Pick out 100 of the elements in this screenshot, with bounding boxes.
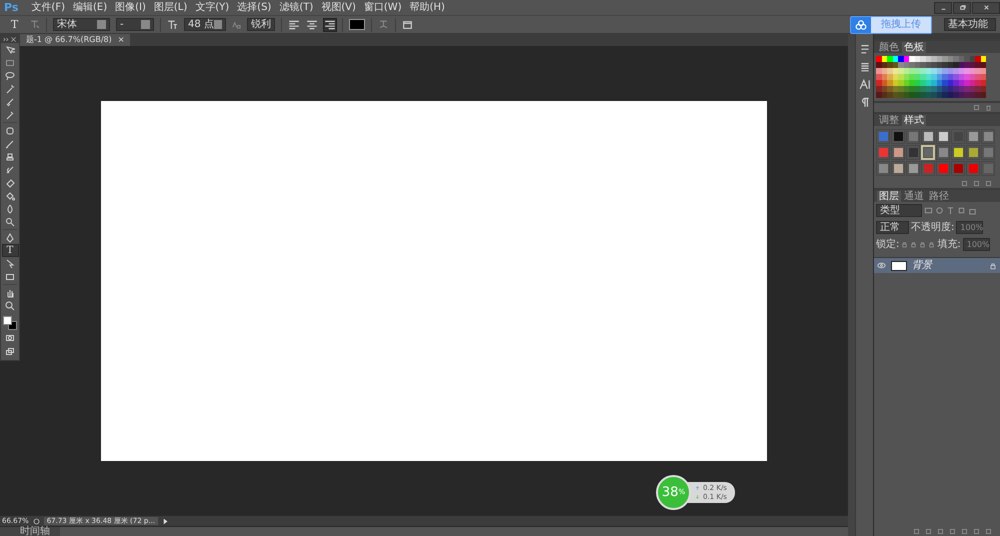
lock-pixels-icon[interactable] [901,241,908,248]
bucket-tool-icon[interactable] [5,190,15,200]
expand-arrow-icon[interactable] [162,518,170,524]
character-icon[interactable] [858,78,870,90]
text-color-swatch[interactable] [349,19,365,30]
collapse-icon[interactable] [3,36,10,42]
panel-tab[interactable]: 图层 [877,191,901,202]
path-tool-icon[interactable] [5,258,15,268]
zoom-tool-icon[interactable] [5,300,15,310]
healing-tool-icon[interactable] [5,126,15,136]
document-title: 题-1 @ 66.7%(RGB/8) [26,35,112,45]
panel-tab[interactable]: 通道 [902,191,926,202]
brush-tool-icon[interactable] [5,138,15,148]
history-icon[interactable] [858,42,870,54]
adjustment-filter-icon[interactable] [935,206,944,215]
menu-item[interactable]: 图像(I) [112,2,149,14]
align-left-icon[interactable] [288,18,300,30]
text-filter-icon[interactable] [946,206,955,215]
antialias-select[interactable]: 锐利 [247,18,275,31]
lock-icon[interactable] [928,241,936,248]
shape-tool-icon[interactable] [5,272,15,282]
style-preset[interactable] [966,145,980,160]
wand-tool-icon[interactable] [5,84,15,94]
panel-tab[interactable]: 颜色 [877,42,901,53]
properties-icon[interactable] [858,60,870,72]
timeline-tab[interactable]: 时间轴 [0,527,60,536]
style-preset[interactable] [921,145,935,160]
marquee-tool-icon[interactable] [5,58,15,68]
quick-mask-icon[interactable] [5,333,15,343]
antialias-icon [232,20,241,29]
menu-item[interactable]: 文字(Y) [192,2,232,14]
style-preset[interactable] [936,145,950,160]
crop-tool-icon[interactable] [5,96,15,106]
style-preset[interactable] [966,129,980,144]
style-preset[interactable] [906,161,920,176]
blend-mode-select[interactable]: 正常 [876,221,909,234]
style-preset[interactable] [921,129,935,144]
menu-item[interactable]: 视图(V) [318,2,359,14]
style-preset[interactable] [936,129,950,144]
layer-thumbnail [891,260,907,270]
move-lock-icon[interactable] [919,241,926,248]
panel-tab[interactable]: 色板 [902,42,926,53]
workspace-select[interactable]: 基本功能 [944,18,996,31]
menu-item[interactable]: 窗口(W) [360,2,405,14]
info-icon[interactable] [32,518,40,524]
panel-tab[interactable]: 路径 [927,191,951,202]
menu-item[interactable]: 帮助(H) [406,2,448,14]
menu-item[interactable]: 文件(F) [28,2,68,14]
layer-name: 背景 [912,260,932,272]
warp-text-icon[interactable] [378,19,389,30]
image-filter-icon[interactable] [924,206,933,215]
align-right-icon[interactable] [324,18,336,30]
fill-field[interactable]: 100% [962,238,990,251]
layer-row[interactable]: 背景 [874,257,1000,273]
hand-tool-icon[interactable] [5,288,15,298]
style-preset[interactable] [951,145,965,160]
history-tool-icon[interactable] [5,164,15,174]
foreground-color-swatch[interactable] [2,316,12,325]
tab-close-button[interactable]: × [118,35,124,45]
visibility-icon[interactable] [877,261,886,270]
close-icon[interactable] [982,3,990,12]
restore-icon[interactable] [958,3,966,12]
shape-filter-icon[interactable] [957,206,966,215]
menu-item[interactable]: 编辑(E) [70,2,110,14]
dodge-tool-icon[interactable] [5,216,15,226]
font-family-select[interactable]: 宋体 [53,18,110,31]
layer-filter-select[interactable]: 类型 [876,204,922,217]
style-preset[interactable] [981,129,995,144]
pen-tool-icon[interactable] [5,232,15,242]
eyedropper-tool-icon[interactable] [5,110,15,120]
blur-tool-icon[interactable] [5,204,15,214]
style-preset[interactable] [891,145,905,160]
menu-item[interactable]: 图层(L) [150,2,190,14]
align-center-icon[interactable] [306,18,318,30]
fill-label: 填充: [937,238,961,250]
opacity-label: 不透明度: [911,222,954,234]
text-tool-button[interactable]: T [2,244,18,257]
style-preset[interactable] [891,129,905,144]
move-tool-icon[interactable] [5,44,15,54]
font-size-select[interactable]: 48 点 [184,18,226,31]
font-style-select[interactable]: - [116,18,154,31]
panel-tab[interactable]: 样式 [902,115,926,126]
opacity-field[interactable]: 100% [956,221,984,234]
eraser-tool-icon[interactable] [5,178,15,188]
style-preset[interactable] [891,161,905,176]
font-size-icon [167,19,178,30]
panel-tab[interactable]: 调整 [877,115,901,126]
tool-preset-picker[interactable]: T [6,18,23,31]
menu-item[interactable]: 选择(S) [234,2,274,14]
panel-toggle-icon[interactable] [402,19,413,30]
smart-object-filter-icon[interactable] [968,206,977,215]
screen-mode-icon[interactable] [5,347,15,357]
menu-item[interactable]: 滤镜(T) [276,2,316,14]
lasso-tool-icon[interactable] [5,70,15,80]
style-preset[interactable] [876,161,890,176]
stamp-tool-icon[interactable] [5,152,15,162]
orientation-icon[interactable] [29,19,40,30]
document-tab[interactable]: 题-1 @ 66.7%(RGB/8) × [20,34,130,46]
close-icon[interactable] [10,36,17,42]
brush-lock-icon[interactable] [910,241,918,248]
